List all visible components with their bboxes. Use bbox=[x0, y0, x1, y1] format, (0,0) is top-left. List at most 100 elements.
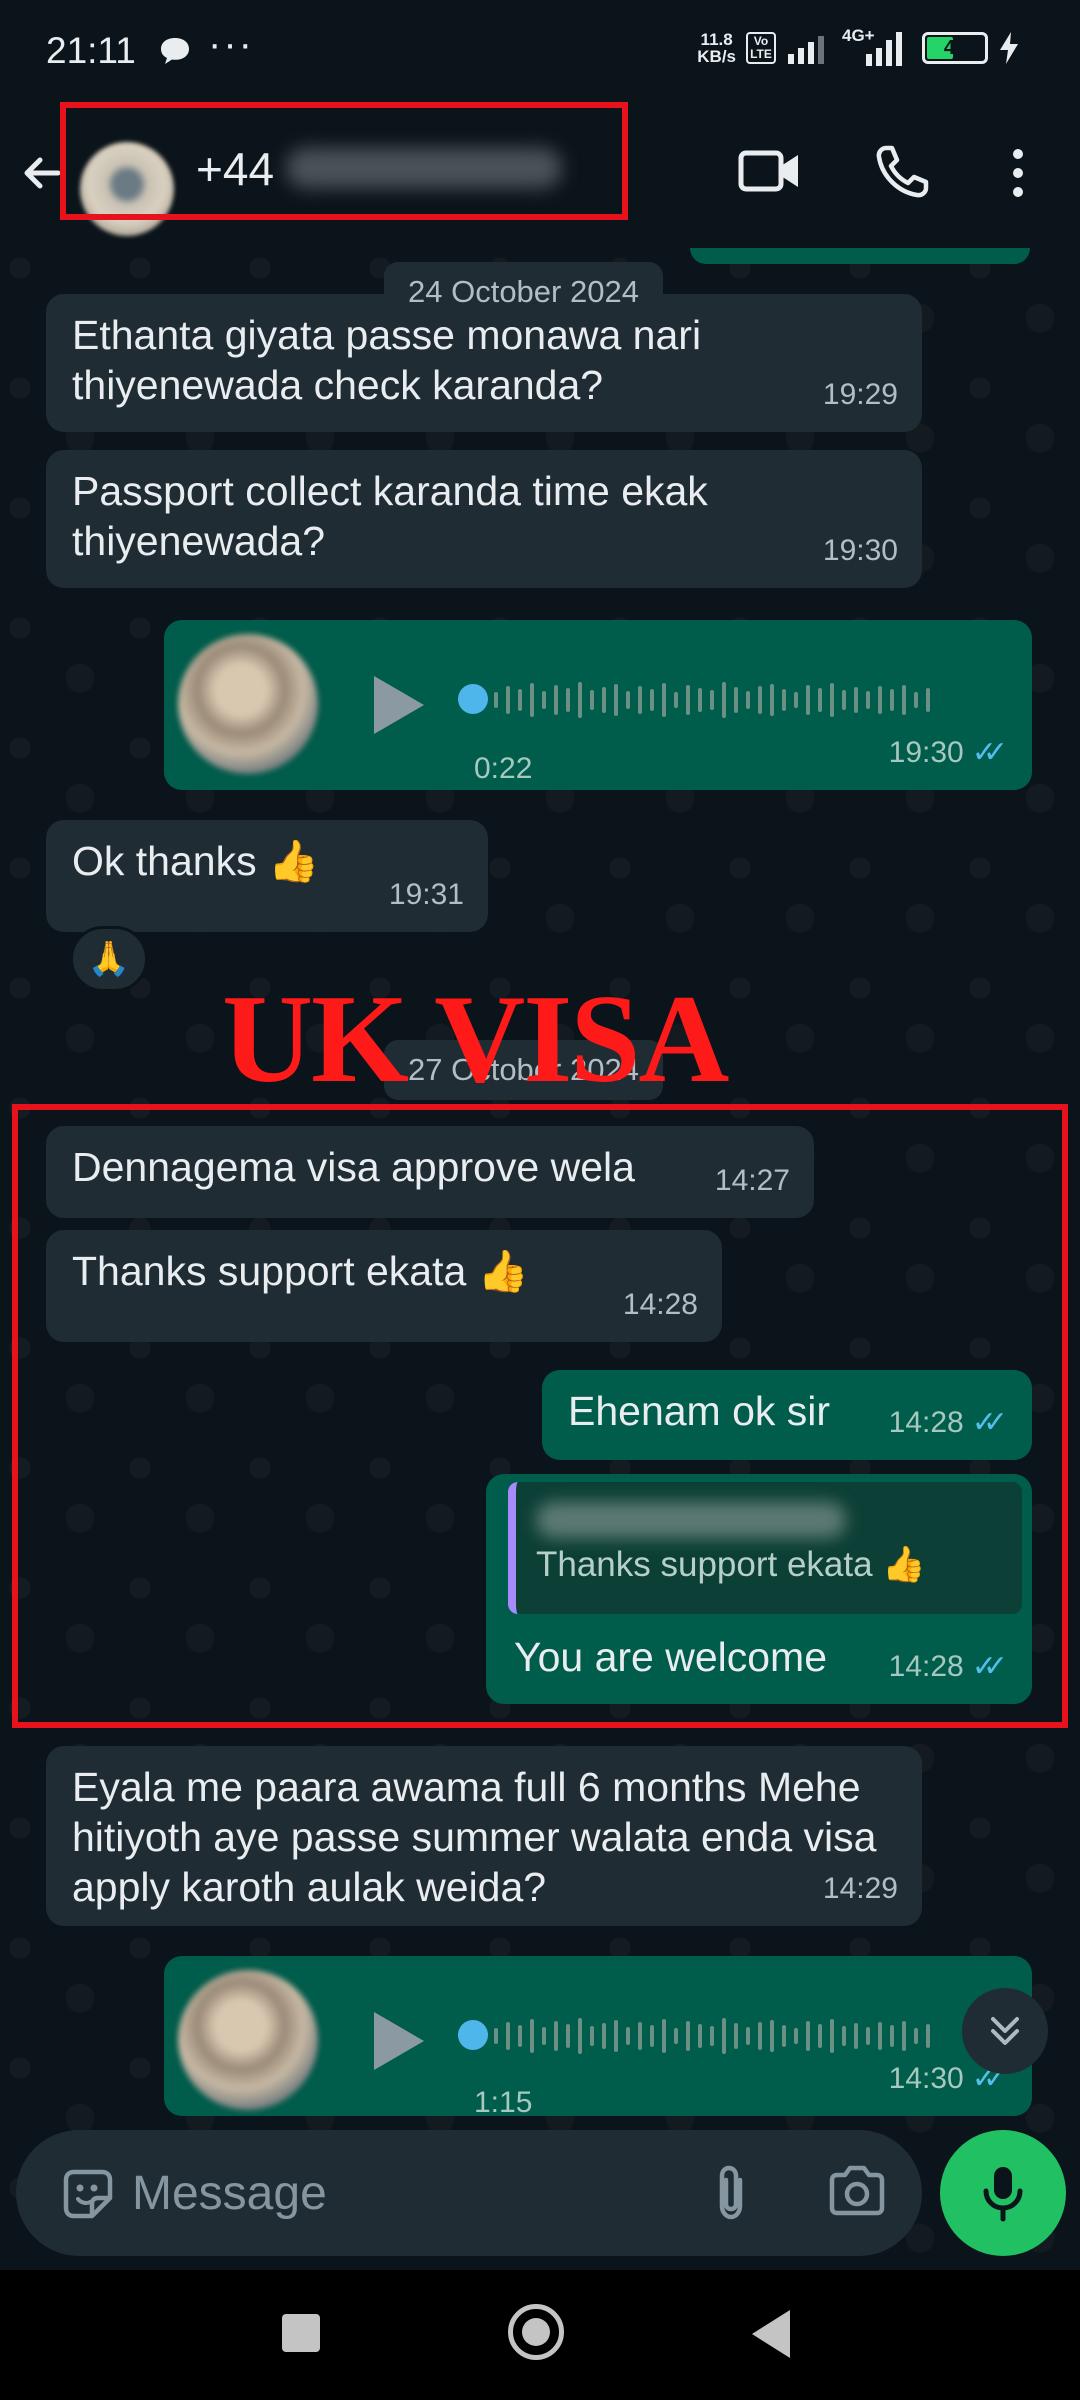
voice-seek-dot[interactable] bbox=[458, 684, 488, 714]
waveform-bar bbox=[614, 684, 618, 716]
voice-waveform[interactable] bbox=[494, 680, 930, 720]
message-time-text: 19:30 bbox=[888, 736, 964, 769]
waveform-bar bbox=[650, 689, 654, 711]
waveform-bar bbox=[890, 2025, 894, 2047]
waveform-bar bbox=[494, 692, 498, 708]
volte-icon: Vo LTE bbox=[746, 32, 776, 64]
sticker-icon[interactable] bbox=[60, 2166, 116, 2222]
waveform-bar bbox=[518, 689, 522, 711]
message-time: 19:30 ✓✓ bbox=[889, 728, 1008, 778]
attach-icon[interactable] bbox=[706, 2160, 756, 2226]
message-incoming[interactable]: Dennagema visa approve wela 14:27 bbox=[46, 1126, 814, 1218]
waveform-bar bbox=[782, 2025, 786, 2047]
message-text: Thanks support ekata 👍 bbox=[72, 1248, 529, 1294]
waveform-bar bbox=[722, 2018, 726, 2054]
voice-sender-avatar bbox=[178, 634, 318, 774]
waveform-bar bbox=[794, 692, 798, 708]
overlay-title: UK VISA bbox=[222, 970, 729, 1109]
phone-icon[interactable] bbox=[872, 142, 932, 202]
waveform-bar bbox=[758, 686, 762, 714]
waveform-bar bbox=[770, 684, 774, 716]
waveform-bar bbox=[506, 2022, 510, 2050]
play-icon[interactable] bbox=[374, 2012, 424, 2070]
message-time: 14:28 ✓✓ bbox=[889, 1642, 1008, 1692]
waveform-bar bbox=[506, 686, 510, 714]
waveform-bar bbox=[782, 689, 786, 711]
voice-waveform[interactable] bbox=[494, 2016, 930, 2056]
message-incoming[interactable]: Eyala me paara awama full 6 months Mehe … bbox=[46, 1746, 922, 1926]
voice-message-outgoing[interactable]: 1:15 14:30 ✓✓ bbox=[164, 1956, 1032, 2119]
double-chevron-down-icon bbox=[991, 2017, 1019, 2045]
waveform-bar bbox=[794, 2028, 798, 2044]
system-back-button[interactable] bbox=[752, 2310, 790, 2358]
waveform-bar bbox=[554, 2021, 558, 2051]
voice-duration: 0:22 bbox=[474, 752, 533, 785]
header-highlight-box bbox=[60, 102, 628, 220]
waveform-bar bbox=[842, 2026, 846, 2046]
waveform-bar bbox=[890, 689, 894, 711]
waveform-bar bbox=[902, 685, 906, 715]
message-outgoing[interactable]: Ehenam ok sir 14:28 ✓✓ bbox=[542, 1370, 1032, 1460]
mic-button[interactable] bbox=[940, 2130, 1066, 2256]
read-ticks-icon: ✓✓ bbox=[971, 1406, 1008, 1439]
waveform-bar bbox=[602, 2023, 606, 2049]
scroll-to-bottom-button[interactable] bbox=[962, 1988, 1048, 2074]
mic-icon bbox=[983, 2167, 1023, 2222]
status-time: 21:11 bbox=[46, 30, 136, 71]
waveform-bar bbox=[698, 688, 702, 712]
waveform-bar bbox=[674, 692, 678, 708]
waveform-bar bbox=[494, 2028, 498, 2044]
waveform-bar bbox=[614, 2020, 618, 2052]
waveform-bar bbox=[554, 685, 558, 715]
system-nav-bar bbox=[0, 2270, 1080, 2400]
waveform-bar bbox=[866, 691, 870, 709]
waveform-bar bbox=[578, 2018, 582, 2054]
recents-button[interactable] bbox=[282, 2314, 320, 2352]
camera-icon[interactable] bbox=[826, 2162, 888, 2220]
message-text: Ehenam ok sir bbox=[568, 1388, 831, 1434]
waveform-bar bbox=[818, 688, 822, 712]
waveform-bar bbox=[746, 691, 750, 709]
voice-message-outgoing[interactable]: 0:22 19:30 ✓✓ bbox=[164, 620, 1032, 790]
waveform-bar bbox=[530, 2019, 534, 2053]
message-composer bbox=[16, 2130, 922, 2256]
waveform-bar bbox=[542, 691, 546, 709]
net-speed: 11.8 KB/s bbox=[697, 31, 736, 65]
play-icon[interactable] bbox=[374, 676, 424, 734]
waveform-bar bbox=[686, 2021, 690, 2051]
message-incoming[interactable]: Passport collect karanda time ekak thiye… bbox=[46, 450, 922, 588]
waveform-bar bbox=[770, 2020, 774, 2052]
waveform-bar bbox=[926, 688, 930, 712]
video-call-icon[interactable] bbox=[738, 146, 802, 196]
message-incoming[interactable]: Ok thanks 👍 19:31 bbox=[46, 820, 488, 932]
waveform-bar bbox=[638, 2022, 642, 2050]
waveform-bar bbox=[638, 686, 642, 714]
waveform-bar bbox=[542, 2027, 546, 2045]
more-vert-icon[interactable] bbox=[1000, 146, 1036, 200]
message-incoming[interactable]: Thanks support ekata 👍 14:28 bbox=[46, 1230, 722, 1342]
message-time: 14:27 bbox=[714, 1164, 790, 1197]
home-button[interactable] bbox=[508, 2304, 564, 2360]
message-time-text: 14:28 bbox=[888, 1406, 964, 1439]
read-ticks-icon: ✓✓ bbox=[971, 1650, 1008, 1683]
message-time: 14:28 bbox=[622, 1288, 698, 1321]
voice-seek-dot[interactable] bbox=[458, 2020, 488, 2050]
waveform-bar bbox=[662, 2019, 666, 2053]
waveform-bar bbox=[854, 687, 858, 713]
waveform-bar bbox=[878, 686, 882, 714]
waveform-bar bbox=[602, 687, 606, 713]
quoted-message[interactable]: Thanks support ekata 👍 bbox=[508, 1482, 1022, 1614]
waveform-bar bbox=[818, 2024, 822, 2048]
waveform-bar bbox=[578, 682, 582, 718]
reaction-badge[interactable]: 🙏 bbox=[70, 926, 148, 992]
waveform-bar bbox=[854, 2023, 858, 2049]
waveform-bar bbox=[686, 685, 690, 715]
message-input[interactable] bbox=[132, 2158, 692, 2228]
waveform-bar bbox=[710, 690, 714, 710]
previous-message-edge bbox=[690, 248, 1030, 264]
waveform-bar bbox=[734, 687, 738, 713]
waveform-bar bbox=[566, 2024, 570, 2048]
charging-icon bbox=[1000, 32, 1018, 64]
waveform-bar bbox=[926, 2024, 930, 2048]
waveform-bar bbox=[566, 688, 570, 712]
